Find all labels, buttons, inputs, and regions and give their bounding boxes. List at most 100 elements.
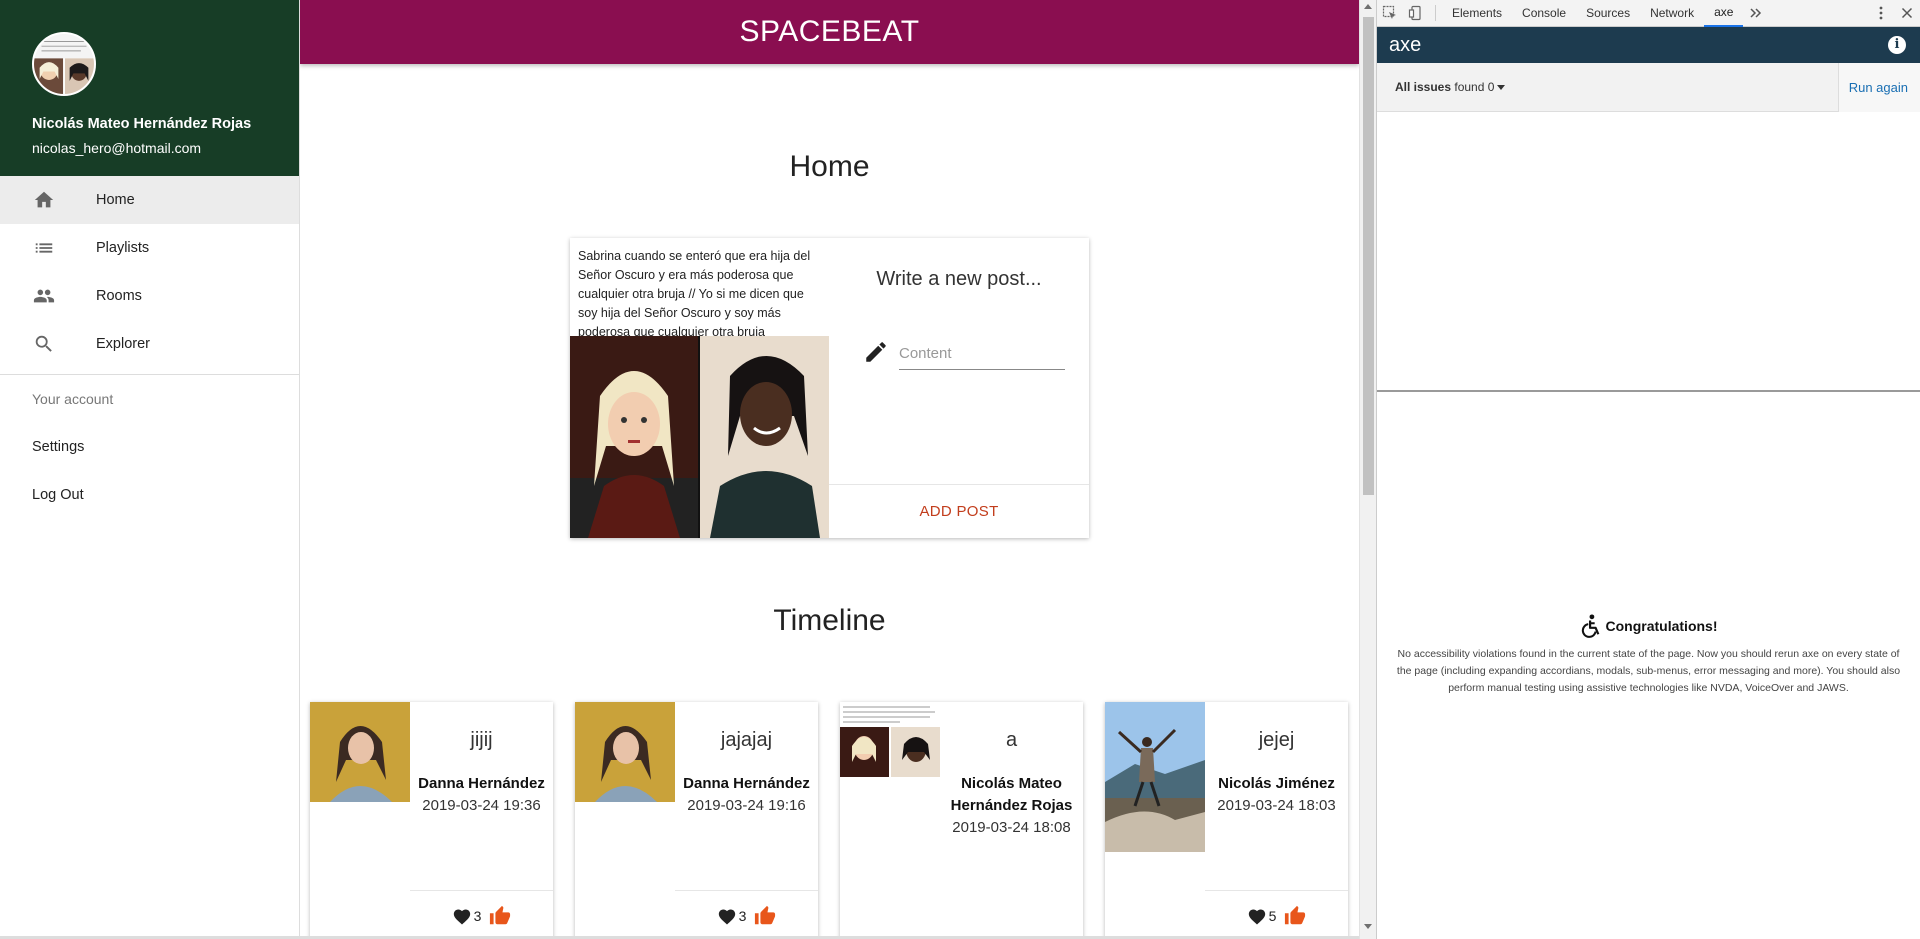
more-tabs-icon[interactable] [1743,0,1769,27]
timeline-card[interactable]: jijij Danna Hernández 2019-03-24 19:36 3 [310,702,553,939]
axe-header: axe i [1377,27,1920,63]
congrats-message: Congratulations! No accessibility violat… [1377,614,1920,697]
inspect-icon[interactable] [1377,0,1403,27]
post-image[interactable]: Sabrina cuando se enteró que era hija de… [570,238,829,538]
heart-icon [453,908,470,924]
post-thumbnail[interactable] [310,702,410,802]
kebab-menu-icon[interactable] [1868,0,1894,27]
like-count-value: 5 [1268,907,1277,924]
tab-sources[interactable]: Sources [1576,0,1640,27]
page-title: Home [789,150,870,183]
devtools-panel: Elements Console Sources Network axe axe… [1376,0,1920,939]
meme-photo-left [570,336,698,538]
logout-link[interactable]: Log Out [0,471,299,519]
nav-item-label: Explorer [96,336,150,352]
nav-item-home[interactable]: Home [0,176,299,224]
tab-console[interactable]: Console [1512,0,1576,27]
app-title: SPACEBEAT [739,15,920,48]
meme-photos [570,336,829,538]
add-post-button[interactable]: ADD POST [829,484,1089,538]
issues-count: found 0 [1454,80,1495,94]
home-icon [32,188,56,212]
meme-photo-right [700,336,829,538]
content-input[interactable] [899,338,1065,370]
thumb-up-icon[interactable] [1284,905,1306,927]
like-count-value: 3 [473,907,482,924]
timeline-title: Timeline [773,604,886,637]
axe-title: axe [1389,33,1422,56]
nav-item-label: Home [96,192,135,208]
post-thumbnail[interactable] [840,702,940,802]
post-date: 2019-03-24 18:08 [952,819,1071,836]
scrollbar-thumb[interactable] [1363,17,1374,495]
post-author: Danna Hernández [418,775,545,792]
tab-axe[interactable]: axe [1704,0,1744,27]
nav-item-label: Rooms [96,288,142,304]
people-icon [32,284,56,308]
like-count[interactable]: 5 [1247,907,1277,925]
search-icon [32,332,56,356]
issues-toolbar: All issues found 0 Run again [1377,63,1920,112]
run-again-button[interactable]: Run again [1837,63,1920,112]
pencil-icon [866,342,886,362]
user-email: nicolas_hero@hotmail.com [32,140,202,156]
scroll-up-icon[interactable] [1364,4,1372,9]
timeline-card[interactable]: jejej Nicolás Jiménez 2019-03-24 18:03 5 [1105,702,1348,939]
post-date: 2019-03-24 19:36 [422,797,541,814]
tab-elements[interactable]: Elements [1442,0,1512,27]
heart-icon [1248,908,1265,924]
like-count[interactable]: 3 [717,907,747,925]
scroll-down-icon[interactable] [1364,924,1372,929]
list-icon [32,236,56,260]
new-post-card: Sabrina cuando se enteró que era hija de… [570,238,1089,538]
post-author: Nicolás Mateo Hernández Rojas [950,775,1073,814]
post-title: jijij [470,729,493,751]
tab-network[interactable]: Network [1640,0,1704,27]
post-date: 2019-03-24 18:03 [1217,797,1336,814]
nav-item-explorer[interactable]: Explorer [0,320,299,368]
post-actions: 3 [410,890,553,939]
app-bar: SPACEBEAT [300,0,1359,64]
panel-splitter[interactable] [1377,390,1920,392]
page-scrollbar[interactable] [1359,0,1376,939]
heart-icon [718,908,735,924]
post-form: Write a new post... ADD POST [829,238,1089,538]
timeline-list: jijij Danna Hernández 2019-03-24 19:36 3… [310,702,1350,939]
thumb-up-icon[interactable] [489,905,511,927]
congrats-text: No accessibility violations found in the… [1396,648,1901,694]
like-count-value: 3 [738,907,747,924]
post-title: a [1005,729,1018,751]
thumb-up-icon[interactable] [754,905,776,927]
nav-list: Home Playlists Rooms Explorer [0,176,299,368]
divider [1435,5,1436,21]
post-author: Danna Hernández [683,775,810,792]
nav-item-label: Playlists [96,240,150,256]
congrats-title: Congratulations! [1605,618,1718,634]
post-actions: 5 [1205,890,1348,939]
main-content: SPACEBEAT Home Sabrina cuando se enteró … [300,0,1359,939]
issues-label: All issues [1395,80,1452,94]
timeline-card[interactable]: a Nicolás Mateo Hernández Rojas 2019-03-… [840,702,1083,939]
post-thumbnail[interactable] [575,702,675,802]
device-toggle-icon[interactable] [1403,0,1429,27]
close-icon[interactable] [1894,0,1920,27]
post-date: 2019-03-24 19:16 [687,797,806,814]
post-title: jejej [1258,729,1295,751]
post-thumbnail[interactable] [1105,702,1205,852]
chevron-down-icon [1497,85,1506,91]
issues-filter[interactable]: All issues found 0 [1395,80,1506,94]
user-name: Nicolás Mateo Hernández Rojas [32,116,252,132]
info-icon[interactable]: i [1888,36,1906,54]
devtools-tabbar: Elements Console Sources Network axe [1377,0,1920,27]
post-author: Nicolás Jiménez [1218,775,1335,792]
nav-item-rooms[interactable]: Rooms [0,272,299,320]
post-title: jajajaj [720,729,773,751]
like-count[interactable]: 3 [452,907,482,925]
form-title: Write a new post... [876,268,1042,290]
navigation-drawer: Nicolás Mateo Hernández Rojas nicolas_he… [0,0,300,939]
avatar[interactable] [32,32,96,96]
nav-item-playlists[interactable]: Playlists [0,224,299,272]
drawer-header: Nicolás Mateo Hernández Rojas nicolas_he… [0,0,299,176]
timeline-card[interactable]: jajajaj Danna Hernández 2019-03-24 19:16… [575,702,818,939]
settings-link[interactable]: Settings [0,423,299,471]
